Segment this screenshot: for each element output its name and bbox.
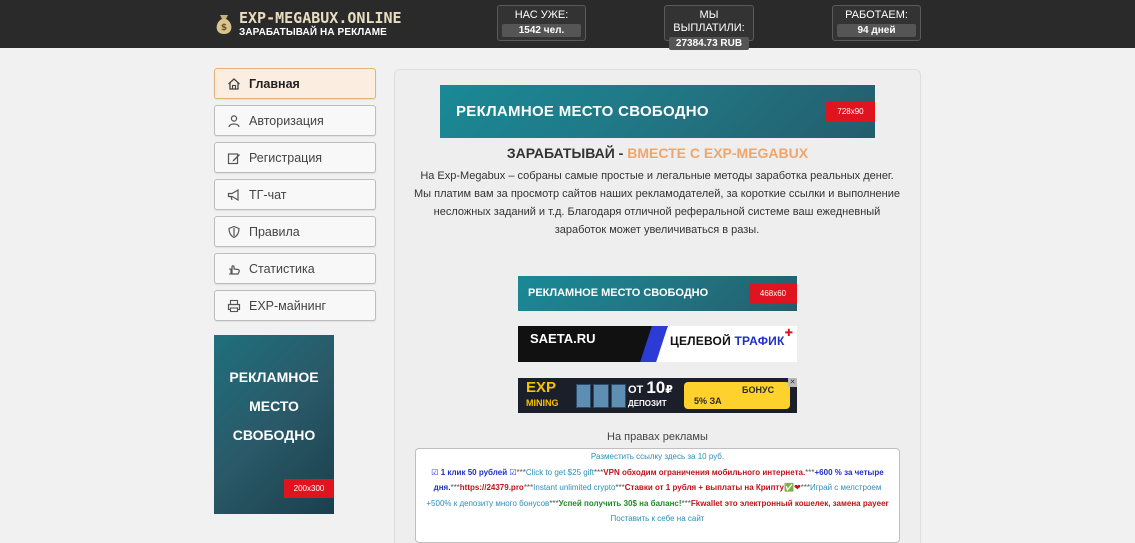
exp-logo: EXP bbox=[526, 379, 557, 396]
saeta-ad-banner[interactable]: SAETA.RU ЦЕЛЕВОЙ ТРАФИК ✚ bbox=[518, 326, 797, 362]
stat-value: 94 дней bbox=[837, 24, 916, 37]
exp-currency: ₽ bbox=[665, 384, 673, 396]
ad-separator: *** bbox=[800, 483, 810, 492]
saeta-name: SAETA.RU bbox=[530, 331, 596, 346]
mid-ad-banner[interactable]: РЕКЛАМНОЕ МЕСТО СВОБОДНО 468x60 bbox=[518, 276, 797, 311]
sidebar-item-tg-chat[interactable]: ТГ-чат bbox=[214, 179, 376, 210]
home-icon bbox=[227, 77, 241, 91]
ad-separator: *** bbox=[805, 467, 815, 477]
sidebar-item-label: Правила bbox=[249, 224, 300, 239]
stat-label: НАС УЖЕ: bbox=[514, 9, 569, 21]
ad-link[interactable]: Click to get $25 gift bbox=[526, 468, 594, 477]
ad-separator: *** bbox=[450, 483, 460, 492]
ad-link[interactable]: Instant unlimited crypto bbox=[533, 483, 615, 492]
saeta-tag2: ТРАФИК bbox=[734, 334, 785, 348]
intro-text: На Exp-Megabux – собраны самые простые и… bbox=[413, 170, 900, 236]
shield-icon bbox=[227, 225, 241, 239]
top-banner-size: 728x90 bbox=[826, 102, 875, 122]
ad-separator: *** bbox=[681, 498, 691, 508]
ad-caption-text: На правах рекламы bbox=[607, 431, 708, 443]
sidebar-item-register[interactable]: Регистрация bbox=[214, 142, 376, 173]
saeta-tag1: ЦЕЛЕВОЙ bbox=[670, 334, 731, 348]
exp-from: ОТ 10₽ bbox=[628, 379, 673, 396]
side-banner-line: РЕКЛАМНОЕ bbox=[229, 369, 319, 385]
stat-label: МЫ ВЫПЛАТИЛИ: bbox=[673, 9, 745, 34]
sidebar-item-label: Статистика bbox=[249, 261, 315, 276]
site-logo[interactable]: $ EXP-MEGABUX.ONLINE ЗАРАБАТЫВАЙ НА РЕКЛ… bbox=[213, 8, 402, 40]
headline-part1: ЗАРАБАТЫВАЙ - bbox=[506, 145, 624, 161]
exp-from-label: ОТ bbox=[628, 384, 644, 396]
ad-link[interactable]: ☑ 1 клик 50 рублей ☑ bbox=[431, 468, 516, 477]
sidebar-item-label: Главная bbox=[249, 76, 300, 91]
stat-label: РАБОТАЕМ: bbox=[845, 9, 908, 21]
top-bar: $ EXP-MEGABUX.ONLINE ЗАРАБАТЫВАЙ НА РЕКЛ… bbox=[0, 0, 1135, 50]
ad-separator: *** bbox=[523, 483, 534, 492]
exp-screens-image bbox=[576, 384, 626, 408]
side-banner-line: СВОБОДНО bbox=[232, 427, 316, 443]
ad-link[interactable]: VPN обходим ограничения мобильного интер… bbox=[603, 468, 805, 477]
exp-mining-ad-banner[interactable]: EXP MINING ОТ 10₽ ДЕПОЗИТ БОНУС 5% ЗА ✕ bbox=[518, 378, 797, 413]
exp-amount: 10 bbox=[646, 378, 666, 397]
ad-link[interactable]: Fkwallet это электронный кошелек, замена… bbox=[691, 499, 889, 508]
stat-days: РАБОТАЕМ: 94 дней bbox=[832, 5, 921, 41]
hand-icon bbox=[227, 262, 241, 276]
stat-value: 1542 чел. bbox=[502, 24, 581, 37]
top-ad-banner[interactable]: РЕКЛАМНОЕ МЕСТО СВОБОДНО 728x90 bbox=[440, 85, 875, 138]
user-icon bbox=[227, 114, 241, 128]
side-banner-line: МЕСТО bbox=[249, 398, 299, 414]
money-bag-icon: $ bbox=[216, 15, 232, 34]
side-ad-banner[interactable]: РЕКЛАМНОЕ МЕСТО СВОБОДНО 200x300 bbox=[214, 335, 334, 514]
sidebar-item-label: Регистрация bbox=[249, 150, 323, 165]
logo-subtitle: ЗАРАБАТЫВАЙ НА РЕКЛАМЕ bbox=[239, 26, 387, 38]
logo-title: EXP-MEGABUX.ONLINE bbox=[239, 8, 402, 27]
sidebar-item-exp-mining[interactable]: EXP-майнинг bbox=[214, 290, 376, 321]
exp-deposit: ДЕПОЗИТ bbox=[628, 399, 667, 408]
top-banner-text: РЕКЛАМНОЕ МЕСТО СВОБОДНО bbox=[456, 103, 709, 120]
plus-icon: ✚ bbox=[784, 328, 793, 339]
sidebar-item-login[interactable]: Авторизация bbox=[214, 105, 376, 136]
sidebar-item-label: ТГ-чат bbox=[249, 187, 287, 202]
ad-link[interactable]: Успей получить 30$ на баланс! bbox=[559, 499, 682, 508]
mid-banner-text: РЕКЛАМНОЕ МЕСТО СВОБОДНО bbox=[528, 287, 709, 299]
ad-separator: *** bbox=[549, 498, 559, 508]
exp-bonus-box: БОНУС 5% ЗА bbox=[684, 382, 790, 409]
exp-bonus2: 5% ЗА bbox=[694, 396, 722, 406]
headline-part2: ВМЕСТЕ С EXP-MEGABUX bbox=[627, 145, 809, 161]
exp-bonus1: БОНУС bbox=[742, 385, 775, 395]
side-banner-text: РЕКЛАМНОЕ МЕСТО СВОБОДНО bbox=[214, 363, 334, 450]
sidebar-nav: Главная Авторизация Регистрация ТГ-чат П… bbox=[214, 68, 376, 327]
stat-paid: МЫ ВЫПЛАТИЛИ: 27384.73 RUB bbox=[664, 5, 754, 50]
sidebar-item-label: EXP-майнинг bbox=[249, 298, 327, 313]
sidebar-item-statistics[interactable]: Статистика bbox=[214, 253, 376, 284]
sidebar-item-rules[interactable]: Правила bbox=[214, 216, 376, 247]
text-ads-box: Разместить ссылку здесь за 10 руб. ☑ 1 к… bbox=[415, 448, 900, 543]
embed-link[interactable]: Поставить к себе на сайт bbox=[424, 511, 891, 527]
exp-logo-sub: MINING bbox=[526, 398, 559, 408]
saeta-tagline: ЦЕЛЕВОЙ ТРАФИК bbox=[670, 334, 785, 348]
side-banner-size: 200x300 bbox=[284, 479, 334, 498]
ad-separator: *** bbox=[615, 483, 625, 492]
megaphone-icon bbox=[227, 188, 241, 202]
ad-link[interactable]: Ставки от 1 рубля + выплаты на Крипту✅❤ bbox=[625, 483, 801, 492]
ad-link[interactable]: https://24379.pro bbox=[460, 483, 524, 492]
stat-value: 27384.73 RUB bbox=[669, 37, 749, 50]
ad-separator: *** bbox=[516, 467, 526, 477]
mid-banner-size: 468x60 bbox=[749, 284, 797, 303]
edit-icon bbox=[227, 151, 241, 165]
ads-line: ☑ 1 клик 50 рублей ☑***Click to get $25 … bbox=[424, 465, 891, 512]
stat-users: НАС УЖЕ: 1542 чел. bbox=[497, 5, 586, 41]
page-headline: ЗАРАБАТЫВАЙ - ВМЕСТЕ С EXP-MEGABUX bbox=[394, 145, 921, 161]
svg-text:$: $ bbox=[221, 23, 227, 33]
sidebar-item-home[interactable]: Главная bbox=[214, 68, 376, 99]
ad-separator: *** bbox=[593, 467, 604, 477]
place-link-link[interactable]: Разместить ссылку здесь за 10 руб. bbox=[424, 449, 891, 465]
close-icon[interactable]: ✕ bbox=[788, 378, 797, 387]
printer-icon bbox=[227, 299, 241, 313]
sidebar-item-label: Авторизация bbox=[249, 113, 324, 128]
